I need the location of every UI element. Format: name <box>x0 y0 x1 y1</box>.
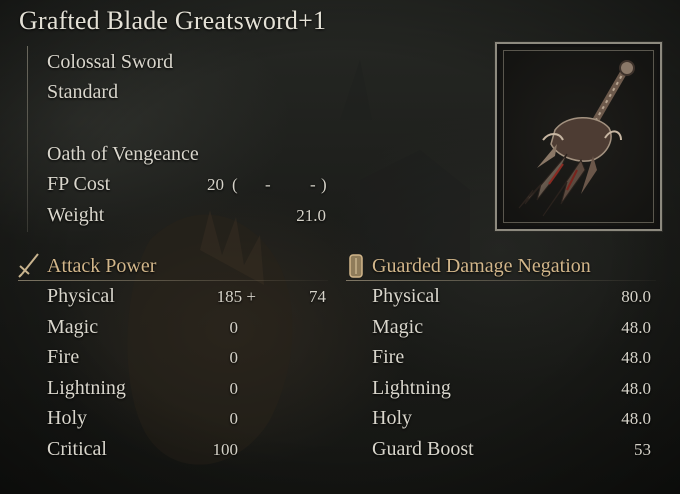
attack-holy-value: 0 <box>229 409 239 428</box>
guard-magic-value: 48.0 <box>621 318 651 337</box>
weight-value: 21.0 <box>296 206 326 225</box>
attack-fire-value: 0 <box>229 348 239 367</box>
weapon-type: Colossal Sword <box>47 51 174 73</box>
guard-lightning-label: Lightning <box>372 377 451 399</box>
grafted-greatsword-icon <box>518 60 635 217</box>
shield-icon <box>349 254 363 278</box>
fp-cost-label: FP Cost <box>47 173 111 195</box>
attack-fire-label: Fire <box>47 346 80 368</box>
attack-magic-label: Magic <box>47 316 99 338</box>
attack-lightning-label: Lightning <box>47 377 126 399</box>
header-divider <box>27 46 28 232</box>
attack-lightning-value: 0 <box>229 379 239 398</box>
guard-lightning-value: 48.0 <box>621 379 651 398</box>
fp-cost-value: 20 <box>207 175 224 194</box>
guard-boost-label: Guard Boost <box>372 438 474 460</box>
guard-fire-value: 48.0 <box>621 348 651 367</box>
attack-physical-value: 185 + <box>216 287 256 306</box>
attack-critical-value: 100 <box>212 440 239 459</box>
guard-magic-label: Magic <box>372 316 424 338</box>
item-portrait <box>495 42 662 231</box>
attack-critical-label: Critical <box>47 438 107 460</box>
guard-boost-value: 53 <box>634 440 651 459</box>
guard-physical-label: Physical <box>372 285 440 307</box>
attack-physical-bonus: 74 <box>309 287 326 306</box>
guard-holy-value: 48.0 <box>621 409 651 428</box>
attack-magic-value: 0 <box>229 318 239 337</box>
attack-power-title: Attack Power <box>47 255 157 277</box>
item-details-screen: Grafted Blade Greatsword+1 Colossal Swor… <box>0 0 680 494</box>
sword-icon <box>18 253 39 278</box>
weapon-affinity: Standard <box>47 81 119 103</box>
fp-cost-dash-2: - <box>310 175 316 194</box>
attack-holy-label: Holy <box>47 407 87 429</box>
guard-divider <box>346 280 656 281</box>
fp-cost-open-paren: ( <box>232 175 238 194</box>
guard-physical-value: 80.0 <box>621 287 651 306</box>
guard-holy-label: Holy <box>372 407 412 429</box>
skill-name: Oath of Vengeance <box>47 143 199 165</box>
guard-title: Guarded Damage Negation <box>372 255 591 277</box>
weight-label: Weight <box>47 204 105 226</box>
item-title: Grafted Blade Greatsword+1 <box>19 6 327 35</box>
guard-fire-label: Fire <box>372 346 405 368</box>
fp-cost-close-paren: ) <box>321 175 327 194</box>
fp-cost-dash-1: - <box>265 175 271 194</box>
attack-physical-label: Physical <box>47 285 115 307</box>
attack-power-divider <box>18 280 328 281</box>
